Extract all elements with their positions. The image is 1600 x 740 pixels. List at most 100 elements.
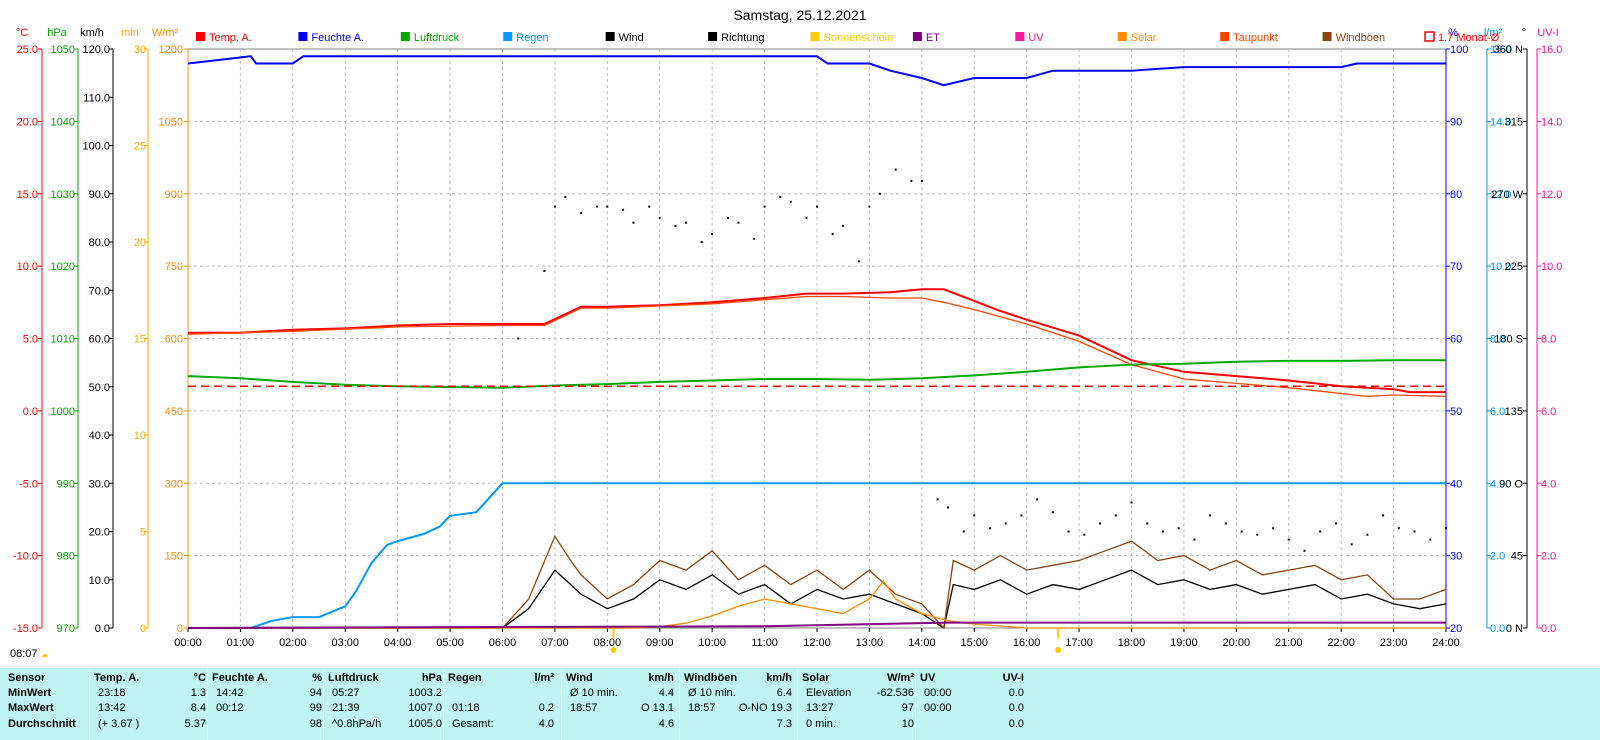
direction-tick-label: 90 O xyxy=(1499,478,1523,490)
direction-point xyxy=(564,195,567,198)
legend-label: Sonnenschein xyxy=(824,32,894,44)
uvi-tick-label: 8.0 xyxy=(1541,334,1556,346)
solar-tick-label: 900 xyxy=(165,189,183,201)
direction-point xyxy=(580,212,583,215)
pressure-tick-label: 1050 xyxy=(51,44,75,56)
pressure-tick-label: 1020 xyxy=(51,261,75,273)
x-tick-label: 01:00 xyxy=(227,637,255,649)
direction-point xyxy=(779,195,782,198)
x-tick-label: 11:00 xyxy=(751,637,778,649)
pressure-tick-label: 1000 xyxy=(51,406,75,418)
pressure-tick-label: 1040 xyxy=(51,116,75,128)
solar-axis-unit: W/m² xyxy=(152,27,179,39)
legend-label: ET xyxy=(926,32,940,44)
table-column-separator xyxy=(443,668,444,740)
sunrise-icon xyxy=(42,654,48,657)
temp-tick-label: 0.0 xyxy=(23,406,38,418)
direction-point xyxy=(674,224,677,227)
direction-point xyxy=(1445,527,1447,530)
direction-point xyxy=(726,216,729,219)
sunmin-tick-label: 10 xyxy=(134,430,146,442)
table-cell-value: 8.4 xyxy=(190,702,206,714)
temp-tick-label: 10.0 xyxy=(17,261,38,273)
table-cell-value: O-NO 19.3 xyxy=(738,702,792,714)
solar-tick-label: 450 xyxy=(165,406,183,418)
x-tick-label: 23:00 xyxy=(1380,637,1408,649)
direction-point xyxy=(936,498,939,501)
legend-swatch xyxy=(1424,31,1435,42)
direction-point xyxy=(1020,514,1023,517)
direction-point xyxy=(1209,514,1212,517)
wind-tick-label: 60.0 xyxy=(89,334,110,346)
table-unit-gust: km/h xyxy=(766,672,792,684)
table-cell-value: 1.3 xyxy=(190,687,206,699)
legend-swatch xyxy=(810,32,820,41)
legend-swatch xyxy=(1015,32,1025,41)
solar-tick-label: 750 xyxy=(165,261,183,273)
direction-point xyxy=(962,530,965,533)
legend-swatch xyxy=(605,32,615,41)
x-tick-label: 06:00 xyxy=(489,637,517,649)
table-cell-value: 1003.2 xyxy=(408,687,442,699)
legend-label: Solar xyxy=(1131,32,1157,44)
table-unit-wind: km/h xyxy=(648,672,674,684)
direction-point xyxy=(1350,543,1353,546)
x-tick-label: 20:00 xyxy=(1223,637,1251,649)
pressure-tick-label: 1030 xyxy=(51,189,75,201)
direction-tick-label: 315 xyxy=(1505,116,1523,128)
direction-point xyxy=(1161,530,1164,533)
table-cell-value: 4.6 xyxy=(658,718,674,730)
legend-swatch xyxy=(400,32,410,41)
temp-tick-label: 20.0 xyxy=(17,116,38,128)
temp-tick-label: -15.0 xyxy=(13,623,38,635)
wind-tick-label: 120.0 xyxy=(82,44,110,56)
x-tick-label: 08:00 xyxy=(594,637,622,649)
direction-point xyxy=(831,232,834,235)
direction-point xyxy=(816,205,818,208)
direction-point xyxy=(920,179,923,182)
solar-tick-label: 150 xyxy=(165,551,183,563)
sunrise-time-label: 08:07 xyxy=(10,648,38,660)
x-tick-label: 14:00 xyxy=(908,637,936,649)
wind-tick-label: 30.0 xyxy=(89,478,110,490)
temp-tick-label: 15.0 xyxy=(17,189,38,201)
table-cell-value: 4.4 xyxy=(658,687,674,699)
x-tick-label: 10:00 xyxy=(698,637,726,649)
pressure-tick-label: 1010 xyxy=(51,334,75,346)
chart-title: Samstag, 25.12.2021 xyxy=(733,7,866,23)
direction-point xyxy=(1130,501,1133,504)
direction-point xyxy=(910,179,913,182)
direction-point xyxy=(1413,530,1416,533)
direction-tick-label: 225 xyxy=(1505,261,1523,273)
direction-tick-label: 135 xyxy=(1505,406,1523,418)
legend-swatch xyxy=(708,32,718,41)
direction-point xyxy=(595,205,598,208)
legend-label: Regen xyxy=(516,32,548,44)
legend: Temp. A. Feuchte A. Luftdruck Regen Wind Rich… xyxy=(196,31,1500,44)
table-cell-value: 94 xyxy=(309,687,322,699)
table-cell-value: 7.3 xyxy=(776,718,792,730)
table-unit-hum: % xyxy=(312,672,322,684)
table-cell-value: 0.0 xyxy=(1008,687,1024,699)
weather-chart: 00:00 01:00 02:00 03:00 04:00 05:00 06:00 07:00… xyxy=(10,7,1562,660)
x-tick-label: 13:00 xyxy=(856,637,884,649)
table-column-separator xyxy=(323,668,324,740)
x-tick-label: 09:00 xyxy=(646,637,674,649)
humidity-tick-label: 20 xyxy=(1450,623,1462,635)
uvi-tick-label: 16.0 xyxy=(1541,44,1562,56)
solar-tick-label: 300 xyxy=(165,478,183,490)
direction-point xyxy=(1193,538,1196,541)
sunmin-tick-label: 30 xyxy=(134,44,146,56)
direction-point xyxy=(1256,533,1259,536)
humidity-tick-label: 70 xyxy=(1450,261,1462,273)
wind-tick-label: 20.0 xyxy=(89,527,110,539)
direction-tick-label: 270 W xyxy=(1491,189,1523,201)
x-tick-label: 12:00 xyxy=(803,637,831,649)
direction-point xyxy=(737,221,740,224)
legend-label: Luftdruck xyxy=(414,32,460,44)
direction-point xyxy=(700,241,703,243)
x-tick-label: 19:00 xyxy=(1170,637,1198,649)
direction-point xyxy=(857,260,860,263)
legend-swatch xyxy=(1322,32,1332,41)
direction-point xyxy=(1287,538,1290,541)
